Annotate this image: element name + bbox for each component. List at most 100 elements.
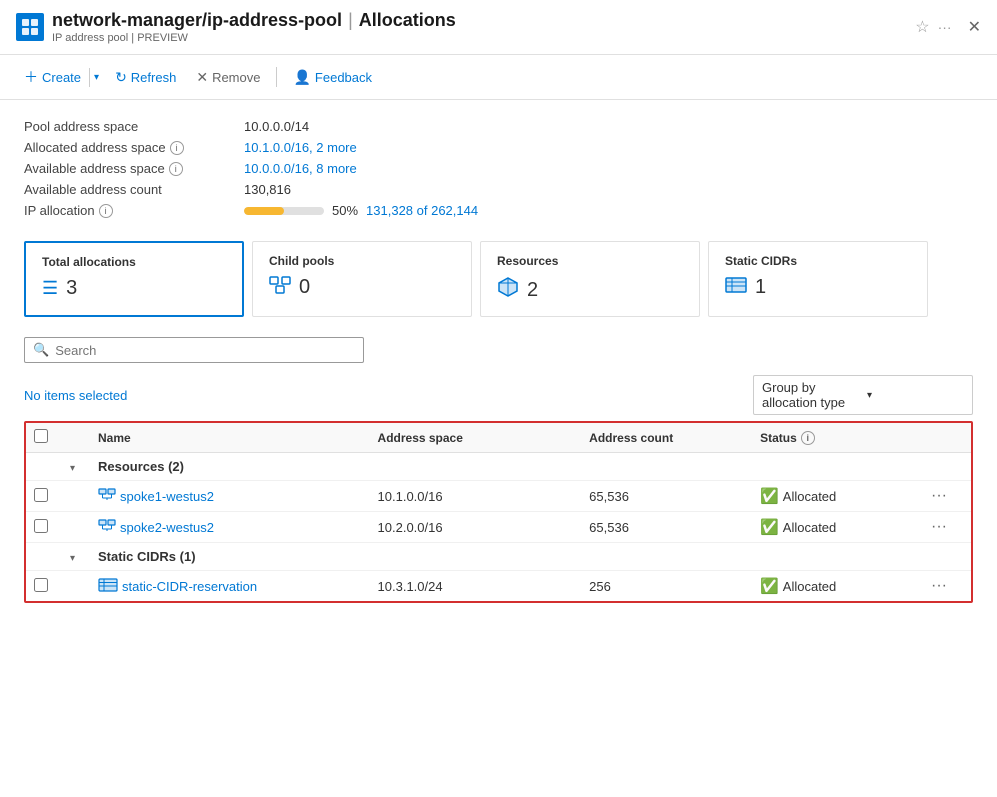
col-header-status: Status i bbox=[760, 431, 923, 445]
available-address-space-label: Available address space i bbox=[24, 161, 244, 176]
card-total-allocations-title: Total allocations bbox=[42, 255, 226, 269]
row-addr-spoke2: 10.2.0.0/16 bbox=[378, 520, 582, 535]
group-static-cidrs-chevron[interactable]: ▾ bbox=[70, 549, 90, 564]
card-total-allocations[interactable]: Total allocations ☰ 3 bbox=[24, 241, 244, 317]
col-header-name: Name bbox=[98, 431, 370, 445]
ip-allocation-info-icon[interactable]: i bbox=[99, 204, 113, 218]
static-cidr-icon bbox=[98, 578, 118, 595]
pool-address-space-label: Pool address space bbox=[24, 119, 244, 134]
search-row: 🔍 bbox=[0, 329, 997, 371]
card-child-pools[interactable]: Child pools 0 bbox=[252, 241, 472, 317]
search-box[interactable]: 🔍 bbox=[24, 337, 364, 363]
feedback-button[interactable]: 👤 Feedback bbox=[285, 65, 380, 90]
feedback-icon: 👤 bbox=[293, 69, 310, 86]
page-subtitle: IP address pool | PREVIEW bbox=[52, 32, 907, 44]
card-resources[interactable]: Resources 2 bbox=[480, 241, 700, 317]
create-icon: ＋ bbox=[24, 67, 38, 87]
pool-address-space-value: 10.0.0.0/14 bbox=[244, 119, 309, 134]
card-static-cidrs-value: 1 bbox=[725, 276, 911, 299]
create-button-group: ＋ Create ▾ bbox=[16, 63, 103, 91]
allocated-address-space-row: Allocated address space i 10.1.0.0/16, 2… bbox=[24, 137, 973, 158]
page-title: network-manager/ip-address-pool | Alloca… bbox=[52, 10, 907, 31]
row-status-spoke1: ✅ Allocated bbox=[760, 487, 923, 505]
pool-icon bbox=[269, 276, 291, 299]
title-separator: | bbox=[348, 10, 353, 31]
card-child-pools-value: 0 bbox=[269, 276, 455, 299]
allocations-table: Name Address space Address count Status … bbox=[24, 421, 973, 603]
title-prefix: network-manager/ip-address-pool bbox=[52, 10, 342, 31]
list-icon: ☰ bbox=[42, 278, 58, 299]
app-icon bbox=[16, 13, 44, 41]
group-resources-chevron[interactable]: ▾ bbox=[70, 459, 90, 474]
title-group: network-manager/ip-address-pool | Alloca… bbox=[52, 10, 907, 44]
table-wrap: Name Address space Address count Status … bbox=[0, 421, 997, 603]
create-button[interactable]: ＋ Create bbox=[16, 63, 89, 91]
ip-allocation-progress: 50% 131,328 of 262,144 bbox=[244, 203, 478, 218]
refresh-button[interactable]: ↻ Refresh bbox=[107, 65, 184, 90]
available-address-count-label: Available address count bbox=[24, 182, 244, 197]
table-header: Name Address space Address count Status … bbox=[26, 423, 971, 453]
group-by-label: Group by allocation type bbox=[762, 380, 859, 410]
remove-icon: ✕ bbox=[196, 69, 208, 86]
row-checkbox[interactable] bbox=[34, 488, 48, 502]
available-address-space-value[interactable]: 10.0.0.0/16, 8 more bbox=[244, 161, 357, 176]
progress-count: 131,328 of 262,144 bbox=[366, 203, 478, 218]
status-check-icon: ✅ bbox=[760, 577, 779, 595]
status-info-icon[interactable]: i bbox=[801, 431, 815, 445]
search-input[interactable] bbox=[55, 343, 355, 358]
group-static-cidrs-label: Static CIDRs (1) bbox=[98, 549, 196, 564]
group-resources-label: Resources (2) bbox=[98, 459, 184, 474]
table-row: spoke2-westus2 10.2.0.0/16 65,536 ✅ Allo… bbox=[26, 512, 971, 543]
available-address-space-row: Available address space i 10.0.0.0/16, 8… bbox=[24, 158, 973, 179]
remove-button[interactable]: ✕ Remove bbox=[188, 65, 268, 90]
status-check-icon: ✅ bbox=[760, 487, 779, 505]
allocated-address-space-value[interactable]: 10.1.0.0/16, 2 more bbox=[244, 140, 357, 155]
row-name-spoke2[interactable]: spoke2-westus2 bbox=[98, 519, 370, 536]
row-actions-static-cidr[interactable]: ··· bbox=[931, 577, 963, 595]
ip-allocation-row: IP allocation i 50% 131,328 of 262,144 bbox=[24, 200, 973, 221]
card-static-cidrs[interactable]: Static CIDRs 1 bbox=[708, 241, 928, 317]
row-actions-spoke1[interactable]: ··· bbox=[931, 487, 963, 505]
row-addr-spoke1: 10.1.0.0/16 bbox=[378, 489, 582, 504]
page-header: network-manager/ip-address-pool | Alloca… bbox=[0, 0, 997, 55]
toolbar: ＋ Create ▾ ↻ Refresh ✕ Remove 👤 Feedback bbox=[0, 55, 997, 100]
no-items-row: No items selected Group by allocation ty… bbox=[0, 371, 997, 421]
select-all-checkbox[interactable] bbox=[34, 429, 48, 443]
row-checkbox[interactable] bbox=[34, 578, 48, 592]
info-section: Pool address space 10.0.0.0/14 Allocated… bbox=[0, 100, 997, 229]
row-name-spoke1[interactable]: spoke1-westus2 bbox=[98, 488, 370, 505]
row-actions-spoke2[interactable]: ··· bbox=[931, 518, 963, 536]
pool-address-space-row: Pool address space 10.0.0.0/14 bbox=[24, 116, 973, 137]
toolbar-separator bbox=[276, 67, 277, 87]
allocated-info-icon[interactable]: i bbox=[170, 141, 184, 155]
row-count-spoke1: 65,536 bbox=[589, 489, 752, 504]
group-by-dropdown[interactable]: Group by allocation type ▾ bbox=[753, 375, 973, 415]
group-resources: ▾ Resources (2) bbox=[26, 453, 971, 481]
refresh-icon: ↻ bbox=[115, 69, 127, 86]
col-header-address-count: Address count bbox=[589, 431, 752, 445]
close-icon[interactable]: ✕ bbox=[968, 17, 981, 37]
vnet-icon bbox=[98, 519, 116, 536]
card-total-allocations-value: ☰ 3 bbox=[42, 277, 226, 300]
available-info-icon[interactable]: i bbox=[169, 162, 183, 176]
group-static-cidrs: ▾ Static CIDRs (1) bbox=[26, 543, 971, 571]
row-status-spoke2: ✅ Allocated bbox=[760, 518, 923, 536]
card-resources-title: Resources bbox=[497, 254, 683, 268]
allocated-address-space-label: Allocated address space i bbox=[24, 140, 244, 155]
no-items-label: No items selected bbox=[24, 388, 127, 403]
header-check[interactable] bbox=[34, 429, 62, 446]
status-check-icon: ✅ bbox=[760, 518, 779, 536]
group-by-chevron-icon: ▾ bbox=[867, 390, 964, 401]
card-static-cidrs-title: Static CIDRs bbox=[725, 254, 911, 268]
progress-percent: 50% bbox=[332, 203, 358, 218]
row-checkbox[interactable] bbox=[34, 519, 48, 533]
vnet-icon bbox=[98, 488, 116, 505]
row-name-static-cidr[interactable]: static-CIDR-reservation bbox=[98, 578, 370, 595]
cube-icon bbox=[497, 276, 519, 304]
col-header-address-space: Address space bbox=[378, 431, 582, 445]
favorite-icon[interactable]: ☆ bbox=[915, 17, 929, 37]
create-chevron[interactable]: ▾ bbox=[89, 68, 103, 87]
static-cidrs-icon bbox=[725, 277, 747, 298]
title-suffix: Allocations bbox=[359, 10, 456, 31]
more-options-icon[interactable]: ··· bbox=[938, 19, 952, 35]
